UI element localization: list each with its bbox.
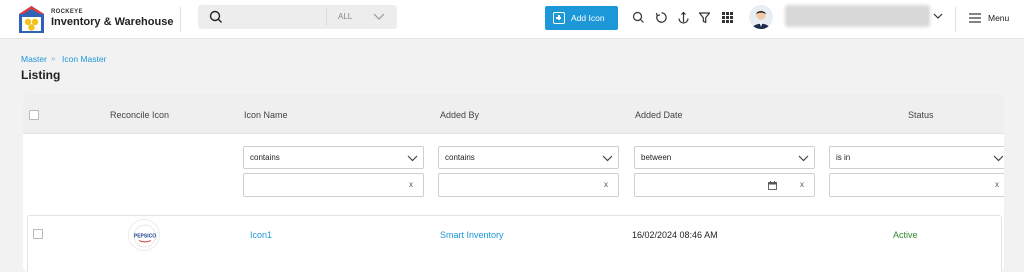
status-filter-input[interactable]: x [829,173,1004,197]
search-input[interactable] [228,9,318,25]
refresh-icon[interactable] [655,11,668,24]
status-badge: Active [893,230,918,240]
user-avatar[interactable] [749,5,773,29]
icon-name-filter-operator[interactable]: contains [243,146,424,169]
added-by-filter-input[interactable]: x [438,173,619,197]
chevron-down-icon [993,155,1004,162]
listing-grid: Reconcile Icon Icon Name Added By Added … [23,94,1004,272]
chevron-down-icon [798,155,809,162]
brand-title: Inventory & Warehouse [51,16,174,28]
chevron-down-icon [373,13,385,20]
top-bar: ROCKEYE Inventory & Warehouse ALL Add Ic… [0,0,1024,39]
column-header-status[interactable]: Status [908,110,934,120]
table-row[interactable]: PEPSICO Icon1 Smart Inventory 16/02/2024… [27,215,1002,272]
chevron-down-icon[interactable] [933,12,943,20]
page-title: Listing [21,68,61,82]
breadcrumb-icon-master[interactable]: Icon Master [62,54,106,64]
clear-filter-icon[interactable]: x [995,180,999,189]
rockeye-logo[interactable] [18,5,45,34]
menu-label[interactable]: Menu [988,13,1009,23]
add-icon-button-label: Add Icon [571,13,605,23]
filter-icon[interactable] [698,11,711,24]
added-date-value: 16/02/2024 08:46 AM [632,230,718,240]
column-header-added-by[interactable]: Added By [440,110,479,120]
row-checkbox[interactable] [33,229,43,239]
header-divider [180,7,181,32]
header-divider [955,7,956,32]
svg-text:PEPSICO: PEPSICO [134,234,156,240]
anchor-icon[interactable] [677,11,690,24]
breadcrumb-master[interactable]: Master [21,54,47,64]
plus-square-icon [553,12,565,24]
added-by-link[interactable]: Smart Inventory [440,230,504,240]
added-date-filter-input[interactable]: x [634,173,815,197]
pepsico-logo: PEPSICO [133,224,157,248]
filter-operator-label: contains [250,153,280,162]
search-icon[interactable] [632,11,645,24]
icon-name-filter-input[interactable]: x [243,173,424,197]
apps-grid-icon[interactable] [721,11,734,24]
brand-subtitle: ROCKEYE [51,9,83,15]
column-header-added-date[interactable]: Added Date [635,110,683,120]
breadcrumb-separator: » [51,54,56,63]
added-by-filter-operator[interactable]: contains [438,146,619,169]
grid-header: Reconcile Icon Icon Name Added By Added … [23,94,1004,134]
chevron-down-icon [602,155,613,162]
column-header-reconcile-icon[interactable]: Reconcile Icon [110,110,169,120]
filter-operator-label: between [641,153,672,162]
clear-filter-icon[interactable]: x [409,180,413,189]
add-icon-button[interactable]: Add Icon [545,6,618,30]
added-date-filter-operator[interactable]: between [634,146,815,169]
reconcile-icon-image: PEPSICO [128,219,160,251]
column-header-icon-name[interactable]: Icon Name [244,110,288,120]
hamburger-menu-icon[interactable] [969,13,981,23]
filter-operator-label: contains [445,153,475,162]
user-name-redacted[interactable] [785,5,930,27]
select-all-checkbox[interactable] [29,110,39,120]
chevron-down-icon [407,155,418,162]
search-icon[interactable] [209,10,223,24]
search-scope-select[interactable]: ALL [326,8,396,26]
clear-filter-icon[interactable]: x [604,180,608,189]
calendar-icon[interactable] [768,181,777,190]
status-filter-operator[interactable]: is in [829,146,1004,169]
global-search: ALL [198,5,397,29]
icon-name-link[interactable]: Icon1 [250,230,272,240]
search-scope-label: ALL [338,12,353,21]
filter-operator-label: is in [836,153,851,162]
clear-filter-icon[interactable]: x [800,180,804,189]
